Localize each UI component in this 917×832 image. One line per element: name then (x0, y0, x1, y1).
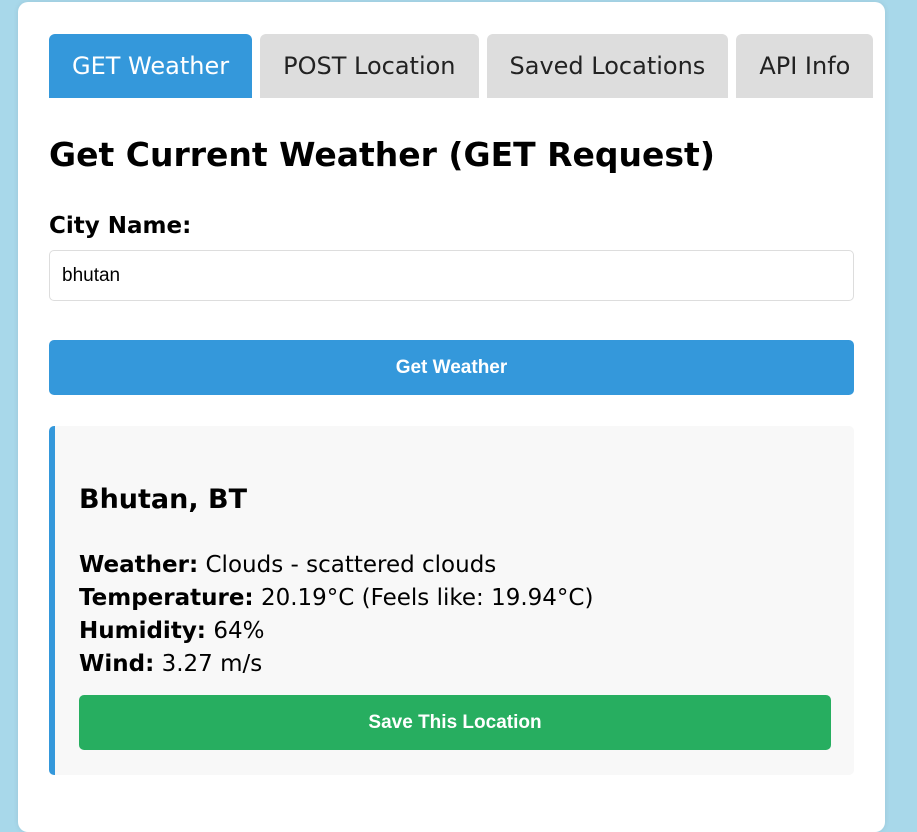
tab-get-weather[interactable]: GET Weather (49, 34, 253, 98)
temperature-value: 20.19°C (Feels like: 19.94°C) (260, 585, 594, 611)
result-location-title: Bhutan, BT (79, 484, 248, 515)
weather-value: Clouds - scattered clouds (205, 552, 497, 578)
tab-bar: GET Weather POST Location Saved Location… (49, 34, 874, 98)
save-location-button[interactable]: Save This Location (79, 695, 831, 750)
temperature-label: Temperature: (79, 585, 254, 611)
humidity-row: Humidity: 64% (79, 615, 593, 648)
tab-saved-locations[interactable]: Saved Locations (486, 34, 729, 98)
tab-api-info[interactable]: API Info (736, 34, 874, 98)
weather-row: Weather: Clouds - scattered clouds (79, 549, 593, 582)
get-weather-button[interactable]: Get Weather (49, 340, 854, 395)
humidity-label: Humidity: (79, 618, 207, 644)
weather-label: Weather: (79, 552, 199, 578)
wind-row: Wind: 3.27 m/s (79, 648, 593, 681)
wind-label: Wind: (79, 651, 155, 677)
weather-result-panel: Bhutan, BT Weather: Clouds - scattered c… (49, 426, 854, 775)
tab-post-location[interactable]: POST Location (260, 34, 479, 98)
city-name-input[interactable] (49, 250, 854, 301)
wind-value: 3.27 m/s (161, 651, 263, 677)
city-name-label: City Name: (49, 213, 192, 239)
weather-app-card: GET Weather POST Location Saved Location… (18, 2, 885, 832)
temperature-row: Temperature: 20.19°C (Feels like: 19.94°… (79, 582, 593, 615)
humidity-value: 64% (213, 618, 265, 644)
weather-details: Weather: Clouds - scattered clouds Tempe… (79, 549, 593, 681)
page-title: Get Current Weather (GET Request) (49, 135, 715, 174)
